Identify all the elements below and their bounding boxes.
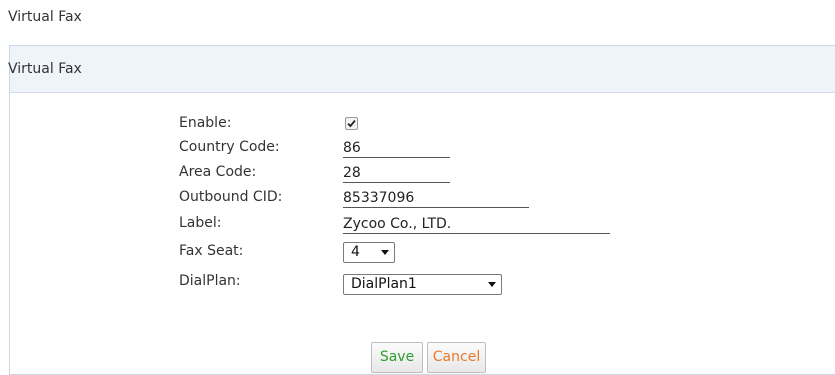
country-code-value: 86 xyxy=(343,140,361,156)
chevron-down-icon xyxy=(381,250,389,255)
country-code-label: Country Code: xyxy=(179,139,280,155)
page-title: Virtual Fax xyxy=(8,9,82,25)
dialplan-selected: DialPlan1 xyxy=(351,276,417,292)
panel-header-title: Virtual Fax xyxy=(8,61,82,77)
virtual-fax-panel: Virtual Fax xyxy=(8,45,835,375)
fax-seat-label: Fax Seat: xyxy=(179,243,244,259)
outbound-cid-value: 85337096 xyxy=(343,190,415,206)
dialplan-select[interactable]: DialPlan1 xyxy=(343,274,502,295)
area-code-field[interactable]: 28 xyxy=(343,164,450,183)
label-field[interactable]: Zycoo Co., LTD. xyxy=(343,215,610,234)
panel-header: Virtual Fax xyxy=(8,46,835,93)
checkmark-icon xyxy=(347,120,356,128)
label-label: Label: xyxy=(179,215,222,231)
area-code-label: Area Code: xyxy=(179,164,257,180)
area-code-value: 28 xyxy=(343,165,361,181)
dialplan-label: DialPlan: xyxy=(179,273,241,289)
fax-seat-select[interactable]: 4 xyxy=(343,242,395,263)
chevron-down-icon xyxy=(488,282,496,287)
cancel-button[interactable]: Cancel xyxy=(427,342,486,373)
outbound-cid-label: Outbound CID: xyxy=(179,189,283,205)
enable-checkbox[interactable] xyxy=(345,117,358,130)
enable-label: Enable: xyxy=(179,115,232,131)
outbound-cid-field[interactable]: 85337096 xyxy=(343,189,529,208)
save-button[interactable]: Save xyxy=(371,342,423,373)
label-value: Zycoo Co., LTD. xyxy=(343,216,452,232)
fax-seat-selected: 4 xyxy=(351,244,360,260)
country-code-field[interactable]: 86 xyxy=(343,139,450,158)
